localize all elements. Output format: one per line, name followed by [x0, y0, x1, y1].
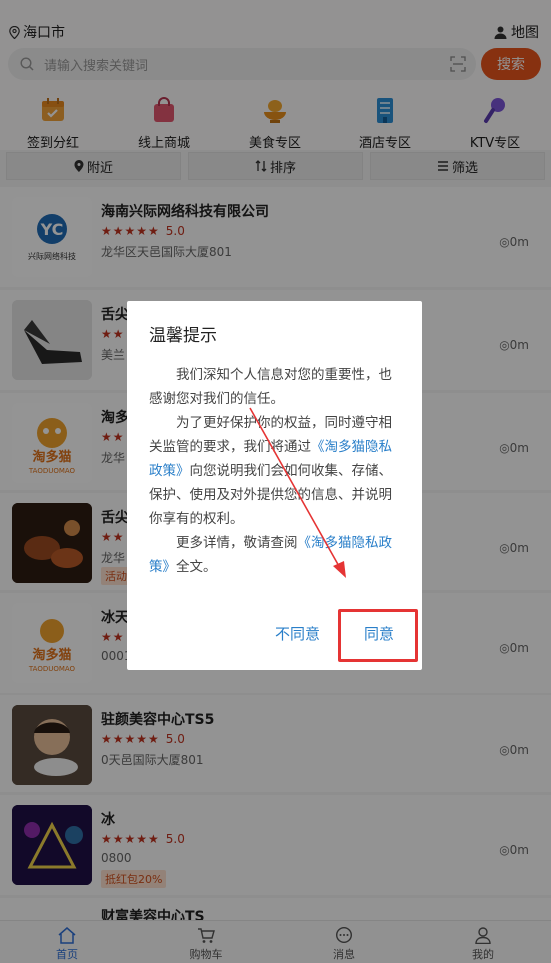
dialog-paragraph: 为了更好保护你的权益，同时遵守相关监管的要求，我们将通过《淘多猫隐私政策》向您说…	[149, 415, 392, 527]
dialog-paragraph: 更多详情，敬请查阅《淘多猫隐私政策》全文。	[149, 535, 392, 575]
disagree-button[interactable]: 不同意	[275, 623, 320, 644]
agree-highlight-box	[338, 609, 418, 662]
app-screen: 海口市 地图 请输入搜索关键词 搜索 签到分红 线上商城 美食专区 酒店专区 K…	[0, 0, 551, 963]
dialog-paragraph: 我们深知个人信息对您的重要性，也感谢您对我们的信任。	[149, 367, 392, 407]
dialog-title: 温馨提示	[149, 326, 217, 346]
dialog-body: 我们深知个人信息对您的重要性，也感谢您对我们的信任。 为了更好保护你的权益，同时…	[149, 363, 401, 579]
